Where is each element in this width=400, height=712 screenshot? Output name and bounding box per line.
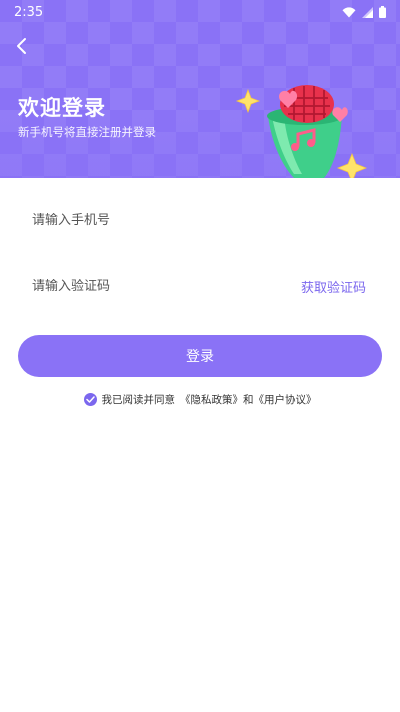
checkmark-icon — [85, 395, 95, 403]
wifi-icon — [342, 6, 356, 17]
code-field[interactable]: 获取验证码 — [18, 266, 382, 306]
phone-field[interactable] — [18, 200, 382, 240]
agreement-prefix: 我已阅读并同意 — [101, 393, 176, 406]
microphone-illustration — [235, 85, 368, 178]
back-arrow-icon — [17, 38, 26, 54]
agreement-conjunction: 和 — [243, 393, 254, 406]
back-button[interactable] — [8, 32, 34, 60]
sparkle-star-icon — [235, 88, 261, 114]
page-subtitle: 新手机号将直接注册并登录 — [18, 125, 156, 139]
signal-icon — [362, 6, 373, 18]
privacy-policy-link[interactable]: 《隐私政策》 — [180, 392, 243, 407]
status-time: 2:35 — [14, 4, 44, 20]
user-agreement-link[interactable]: 《用户协议》 — [254, 392, 317, 407]
agreement-checkbox[interactable] — [83, 392, 97, 406]
sparkle-star-icon — [336, 152, 368, 178]
page-title: 欢迎登录 — [18, 96, 106, 120]
status-bar: 2:35 — [0, 0, 400, 24]
header-banner: 2:35 欢迎登录 新手机号将直接注册并登录 — [0, 0, 400, 178]
phone-input[interactable] — [32, 212, 368, 228]
login-button[interactable]: 登录 — [18, 335, 382, 377]
agreement-row: 我已阅读并同意 《隐私政策》 和 《用户协议》 — [0, 388, 400, 410]
battery-icon — [379, 6, 386, 18]
get-code-button[interactable]: 获取验证码 — [301, 277, 366, 296]
status-icons — [342, 6, 386, 18]
code-input[interactable] — [32, 278, 301, 294]
